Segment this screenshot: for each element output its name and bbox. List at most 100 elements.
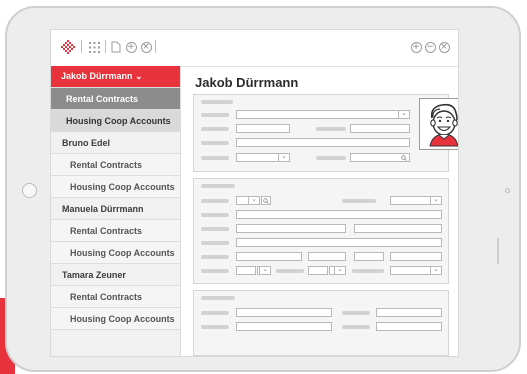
section-heading-placeholder [201, 184, 235, 188]
text-field[interactable] [354, 224, 442, 233]
close-circle-icon[interactable]: × [140, 40, 152, 54]
grid-icon[interactable] [88, 40, 100, 54]
field-label-placeholder [342, 311, 370, 315]
side-button [497, 238, 499, 264]
plus-circle-icon[interactable]: + [125, 40, 137, 54]
sidebar-item-label: Housing Coop Accounts [70, 247, 175, 258]
form-panel-address: ⌄ ⌄ ⌄ ⌄ ⌄ [193, 178, 449, 284]
text-field[interactable] [376, 308, 442, 317]
sidebar-item-tamara-zeuner[interactable]: Tamara Zeuner [51, 264, 180, 286]
sidebar-item-label: Bruno Edel [62, 137, 111, 148]
chevron-down-icon: ⌄ [337, 265, 343, 273]
text-field[interactable] [236, 224, 346, 233]
chevron-down-icon: ⌄ [433, 195, 439, 203]
sidebar-item-label: Jakob Dürrmann ⌄ [61, 71, 143, 81]
text-field[interactable] [236, 210, 442, 219]
plus-circle-icon[interactable]: + [410, 40, 422, 54]
text-field[interactable] [354, 252, 384, 261]
sidebar-item-label: Rental Contracts [66, 93, 139, 104]
field-label-placeholder [201, 127, 229, 131]
text-field[interactable] [390, 252, 442, 261]
chevron-down-icon: ⌄ [281, 152, 287, 160]
field-label-placeholder [352, 269, 384, 273]
field-label-placeholder [316, 127, 346, 131]
sidebar-item-label: Rental Contracts [70, 159, 143, 170]
text-field[interactable] [236, 266, 256, 275]
chevron-down-icon: ⌄ [262, 265, 268, 273]
text-field[interactable] [236, 138, 410, 147]
select-field[interactable]: ⌄ [236, 195, 260, 205]
search-button[interactable] [261, 196, 271, 205]
sidebar-item-housing-coop-accounts[interactable]: Housing Coop Accounts [51, 242, 180, 264]
sidebar-item-rental-contracts[interactable]: Rental Contracts [51, 286, 180, 308]
text-field[interactable] [236, 252, 302, 261]
sidebar-item-label: Manuela Dürrmann [62, 203, 144, 214]
sidebar-item-rental-contracts[interactable]: Rental Contracts [51, 88, 180, 110]
select-field[interactable]: ⌄ [390, 195, 442, 205]
app-screen: + × + − × Jakob Dürrmann ⌄ Rental Contra… [50, 29, 459, 357]
chevron-down-icon: ⌄ [401, 109, 407, 117]
search-field[interactable] [350, 153, 410, 162]
chevron-down-icon: ⌄ [433, 265, 439, 273]
sidebar: Jakob Dürrmann ⌄ Rental Contracts Housin… [51, 66, 181, 356]
select-field[interactable]: ⌄ [329, 265, 346, 275]
search-icon [263, 198, 269, 204]
sidebar-item-rental-contracts[interactable]: Rental Contracts [51, 154, 180, 176]
avatar[interactable] [419, 98, 458, 150]
sidebar-item-jakob-durrmann[interactable]: Jakob Dürrmann ⌄ [51, 66, 180, 88]
field-label-placeholder [201, 156, 229, 160]
sidebar-item-label: Housing Coop Accounts [70, 313, 175, 324]
text-field[interactable] [236, 308, 332, 317]
sidebar-item-label: Rental Contracts [70, 225, 143, 236]
sidebar-item-housing-coop-accounts[interactable]: Housing Coop Accounts [51, 110, 180, 132]
text-field[interactable] [308, 266, 328, 275]
field-label-placeholder [201, 241, 229, 245]
sidebar-item-housing-coop-accounts[interactable]: Housing Coop Accounts [51, 308, 180, 330]
sidebar-item-rental-contracts[interactable]: Rental Contracts [51, 220, 180, 242]
field-label-placeholder [201, 213, 229, 217]
text-field[interactable] [236, 238, 442, 247]
close-circle-icon[interactable]: × [438, 40, 450, 54]
text-field[interactable] [350, 124, 410, 133]
select-field[interactable]: ⌄ [236, 152, 290, 162]
field-label-placeholder [201, 269, 229, 273]
field-label-placeholder [201, 255, 229, 259]
toolbar-divider [81, 40, 82, 53]
document-icon[interactable] [110, 40, 122, 54]
toolbar: + × + − × [51, 30, 458, 67]
text-field[interactable] [308, 252, 346, 261]
toolbar-divider [155, 40, 156, 53]
form-panel-contact [193, 290, 449, 356]
select-field[interactable]: ⌄ [236, 109, 410, 119]
sidebar-item-label: Housing Coop Accounts [70, 181, 175, 192]
page-title: Jakob Dürrmann [195, 75, 299, 90]
search-icon [401, 155, 407, 161]
field-label-placeholder [201, 113, 229, 117]
chevron-down-icon: ⌄ [251, 195, 257, 203]
form-panel-personal: ⌄ ⌄ [193, 94, 449, 172]
field-label-placeholder [276, 269, 304, 273]
sidebar-item-label: Rental Contracts [70, 291, 143, 302]
field-label-placeholder [342, 199, 376, 203]
field-label-placeholder [342, 325, 370, 329]
field-label-placeholder [316, 156, 346, 160]
text-field[interactable] [376, 322, 442, 331]
avatar-illustration-icon [429, 103, 458, 147]
field-label-placeholder [201, 227, 229, 231]
sidebar-item-bruno-edel[interactable]: Bruno Edel [51, 132, 180, 154]
red-diamond-logo-icon[interactable] [61, 40, 75, 54]
home-button [22, 183, 37, 198]
text-field[interactable] [236, 322, 332, 331]
minus-circle-icon[interactable]: − [424, 40, 436, 54]
sidebar-item-manuela-durrmann[interactable]: Manuela Dürrmann [51, 198, 180, 220]
select-field[interactable]: ⌄ [390, 265, 442, 275]
toolbar-divider [105, 40, 106, 53]
main-content: Jakob Dürrmann ⌄ ⌄ ⌄ ⌄ ⌄ ⌄ ⌄ [181, 66, 458, 356]
sidebar-item-housing-coop-accounts[interactable]: Housing Coop Accounts [51, 176, 180, 198]
field-label-placeholder [201, 311, 229, 315]
section-heading-placeholder [201, 100, 233, 104]
select-field[interactable]: ⌄ [257, 265, 271, 275]
field-label-placeholder [201, 141, 229, 145]
text-field[interactable] [236, 124, 290, 133]
field-label-placeholder [201, 199, 229, 203]
